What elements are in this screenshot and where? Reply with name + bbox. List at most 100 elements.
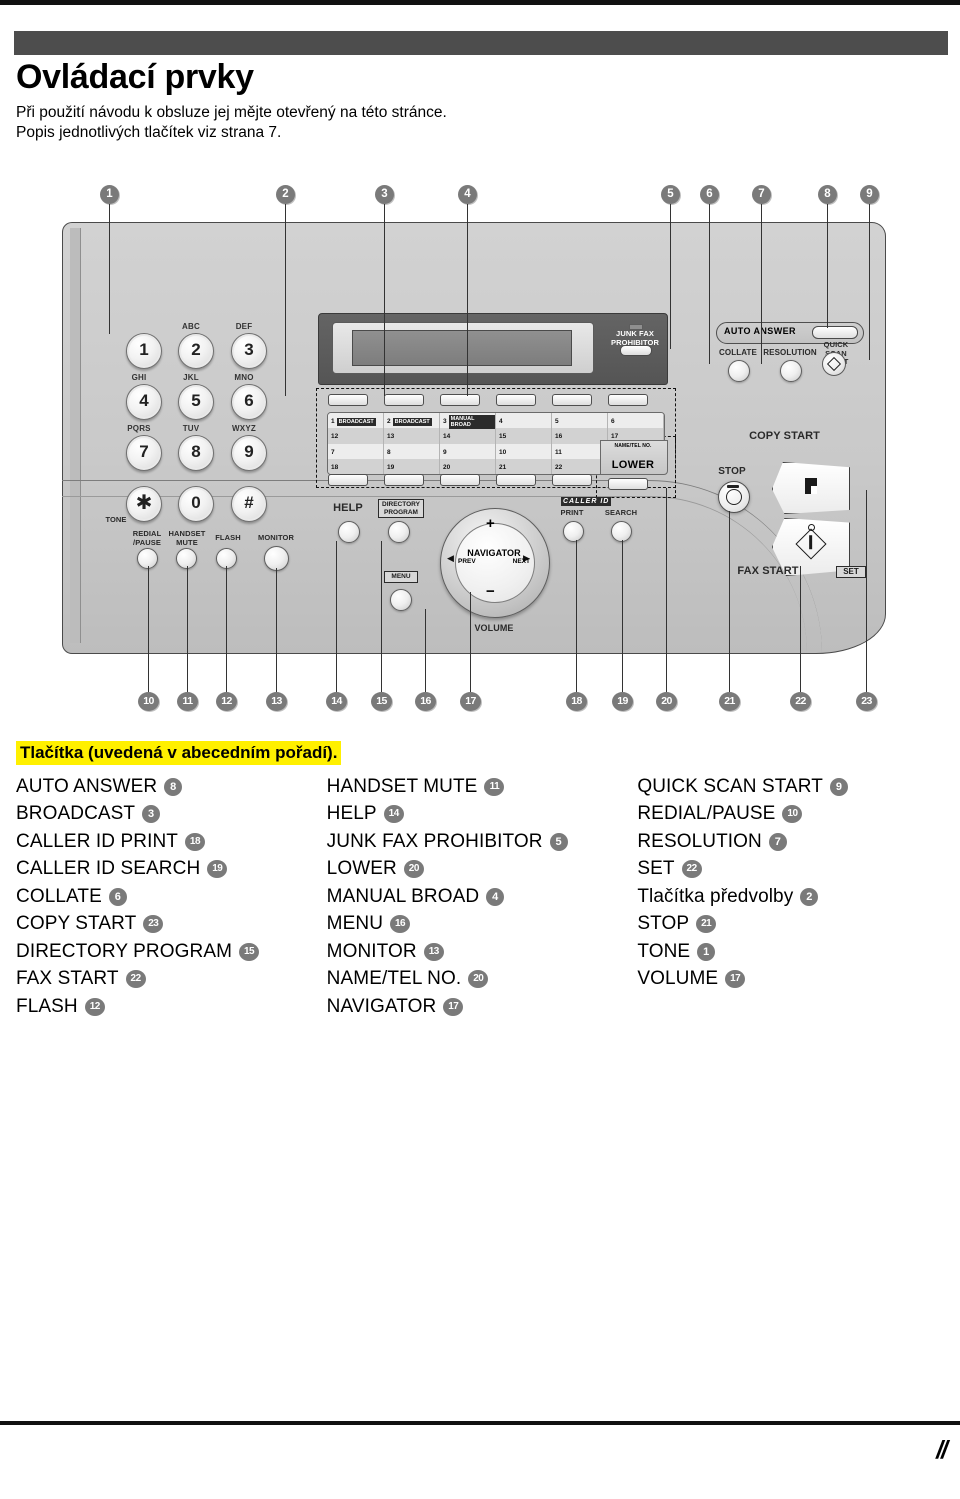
redial-pause-button[interactable]: [137, 548, 158, 569]
lower-label: LOWER: [611, 459, 655, 471]
directory-program-label: DIRECTORY PROGRAM: [378, 499, 424, 518]
keypad-key-0[interactable]: 0: [178, 486, 214, 522]
resolution-button[interactable]: [780, 360, 802, 382]
legend-number: 13: [423, 942, 444, 961]
station-button-bottom-5[interactable]: [552, 474, 592, 486]
station-cell[interactable]: 10: [496, 443, 552, 459]
help-button[interactable]: [338, 521, 360, 543]
keypad-key-hash[interactable]: #: [231, 486, 267, 522]
legend-number: 15: [239, 942, 260, 961]
legend-number: 19: [207, 860, 228, 879]
station-cell[interactable]: 21: [496, 458, 552, 474]
keypad-letters-9: WXYZ: [232, 424, 256, 433]
station-cell[interactable]: 3 MANUAL BROAD: [440, 413, 496, 429]
callout-13: 13: [266, 692, 287, 711]
legend-number: 22: [125, 970, 146, 989]
legend-label: HELP: [326, 803, 377, 825]
directory-program-button[interactable]: [388, 521, 410, 543]
list-item: SET 22: [637, 856, 948, 884]
keypad-key-2[interactable]: 2: [178, 333, 214, 369]
legend-label: FAX START: [16, 968, 119, 990]
navigator-prev-arrow-icon[interactable]: ◀: [447, 554, 454, 563]
monitor-button[interactable]: [264, 546, 289, 571]
station-button-bottom-4[interactable]: [496, 474, 536, 486]
collate-button[interactable]: [728, 360, 750, 382]
callout-6: 6: [700, 185, 719, 204]
station-cell[interactable]: 20: [440, 458, 496, 474]
station-button-top-1[interactable]: [328, 394, 368, 406]
list-item: TONE 1: [637, 938, 948, 966]
legend-label: CALLER ID PRINT: [16, 830, 178, 852]
copy-start-label: COPY START: [749, 430, 820, 442]
lower-button[interactable]: [608, 478, 648, 490]
navigator-next-label: NEXT: [512, 558, 530, 565]
list-item: AUTO ANSWER 8: [16, 773, 327, 801]
station-cell[interactable]: 19: [384, 458, 440, 474]
keypad-key-9[interactable]: 9: [231, 435, 267, 471]
navigator-sublabels: PREV NEXT: [455, 558, 533, 565]
station-button-bottom-2[interactable]: [384, 474, 424, 486]
flash-button[interactable]: [216, 548, 237, 569]
legend-label: CALLER ID SEARCH: [16, 858, 201, 880]
legend-number: 10: [782, 805, 803, 824]
menu-button[interactable]: [390, 589, 412, 611]
list-item: QUICK SCAN START 9: [637, 773, 948, 801]
legend-column-2: HANDSET MUTE 11 HELP 14 JUNK FAX PROHIBITO…: [327, 773, 638, 1021]
station-cell[interactable]: 1 BROADCAST: [328, 413, 384, 429]
keypad-key-8[interactable]: 8: [178, 435, 214, 471]
handset-mute-button[interactable]: [176, 548, 197, 569]
caller-id-print-button[interactable]: [563, 521, 584, 542]
station-cell[interactable]: 8: [384, 443, 440, 459]
menu-label: MENU: [384, 571, 418, 583]
callout-2: 2: [276, 185, 295, 204]
station-cell[interactable]: 18: [328, 458, 384, 474]
station-cell[interactable]: 6: [608, 413, 664, 429]
station-button-top-5[interactable]: [552, 394, 592, 406]
keypad-key-6[interactable]: 6: [231, 384, 267, 420]
callout-18: 18: [566, 692, 587, 711]
callout-9: 9: [860, 185, 879, 204]
keypad-key-7[interactable]: 7: [126, 435, 162, 471]
navigator-label: NAVIGATOR: [467, 548, 521, 558]
station-cell[interactable]: 14: [440, 428, 496, 444]
list-item: STOP 21: [637, 911, 948, 939]
page-title: Ovládací prvky: [16, 58, 254, 96]
list-item: COLLATE 6: [16, 883, 327, 911]
station-button-top-2[interactable]: [384, 394, 424, 406]
navigator-prev-label: PREV: [458, 558, 476, 565]
legend-number: 21: [696, 915, 717, 934]
station-button-top-4[interactable]: [496, 394, 536, 406]
callout-15: 15: [371, 692, 392, 711]
callout-1: 1: [100, 185, 119, 204]
list-item: CALLER ID PRINT 18: [16, 828, 327, 856]
legend-number: 17: [443, 997, 464, 1016]
station-button-bottom-3[interactable]: [440, 474, 480, 486]
legend-label: MANUAL BROAD: [326, 885, 480, 907]
station-cell[interactable]: 9: [440, 443, 496, 459]
volume-label: VOLUME: [474, 623, 514, 633]
keypad-key-3[interactable]: 3: [231, 333, 267, 369]
legend-number: 16: [390, 915, 411, 934]
station-cell[interactable]: 13: [384, 428, 440, 444]
junk-fax-prohibitor-button[interactable]: [620, 345, 652, 356]
station-button-bottom-1[interactable]: [328, 474, 368, 486]
legend-label: COLLATE: [16, 885, 102, 907]
station-button-top-3[interactable]: [440, 394, 480, 406]
legend-number: 22: [681, 860, 702, 879]
stop-icon: [726, 489, 742, 505]
caller-id-search-button[interactable]: [611, 521, 632, 542]
station-cell[interactable]: 2 BROADCAST: [384, 413, 440, 429]
keypad-key-4[interactable]: 4: [126, 384, 162, 420]
station-cell[interactable]: 12: [328, 428, 384, 444]
station-cell[interactable]: 7: [328, 443, 384, 459]
station-cell[interactable]: 4: [496, 413, 552, 429]
keypad-key-5[interactable]: 5: [178, 384, 214, 420]
station-cell[interactable]: 15: [496, 428, 552, 444]
legend-column-3: QUICK SCAN START 9 REDIAL/PAUSE 10 RESOLUT…: [637, 773, 948, 1021]
auto-answer-button[interactable]: [812, 326, 858, 339]
legend-label: DIRECTORY PROGRAM: [16, 940, 233, 962]
station-cell[interactable]: 5: [552, 413, 608, 429]
keypad-key-1[interactable]: 1: [126, 333, 162, 369]
station-button-top-6[interactable]: [608, 394, 648, 406]
callout-7: 7: [752, 185, 771, 204]
